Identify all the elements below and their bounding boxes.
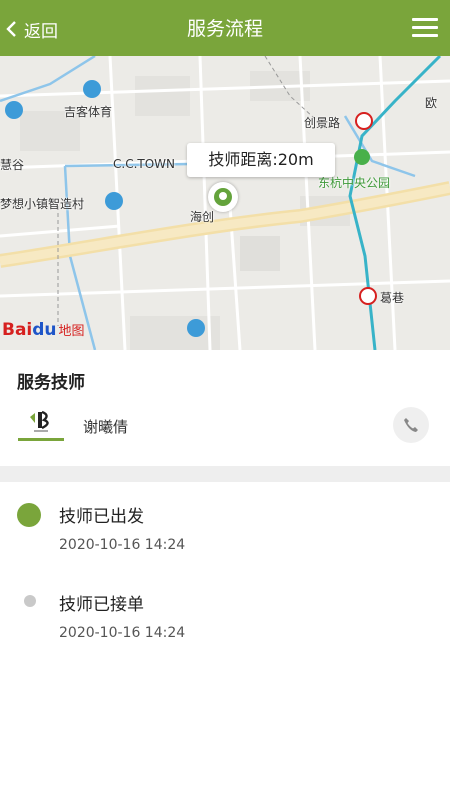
app-header: 返回 服务流程 (0, 0, 450, 56)
step-time: 2020-10-16 14:24 (59, 625, 186, 641)
page-title: 服务流程 (186, 18, 263, 40)
technician-avatar (18, 410, 64, 441)
menu-icon[interactable] (412, 16, 438, 40)
status-dot-inactive (24, 595, 36, 607)
step-label: 技师已接单 (59, 595, 144, 615)
baidu-paw-icon: du (32, 320, 57, 340)
poi-label: 葛巷 (380, 291, 405, 305)
call-button[interactable] (393, 407, 429, 443)
poi-label: 吉客体育 (64, 105, 113, 119)
poi-label: 梦想小镇智造村 (0, 197, 85, 211)
section-divider (0, 466, 450, 482)
technician-location-marker[interactable] (208, 182, 238, 212)
poi-label: 创景路 (304, 116, 341, 130)
step-time: 2020-10-16 14:24 (59, 537, 186, 553)
timeline-step: 技师已接单 2020-10-16 14:24 (0, 577, 450, 657)
section-title: 服务技师 (17, 373, 85, 393)
map-view[interactable]: 吉客体育 创景路 欧 慧谷 C.C.TOWN 梦想小镇智造村 海创 东杭中央公园… (0, 56, 450, 350)
timeline-step: 技师已出发 2020-10-16 14:24 (0, 482, 450, 562)
poi-label: C.C.TOWN (113, 157, 176, 171)
distance-tooltip: 技师距离:20m (187, 143, 335, 177)
poi-label: 海创 (190, 210, 215, 224)
phone-icon (404, 418, 418, 432)
technician-name: 谢曦倩 (83, 418, 129, 436)
baidu-map-logo: Baidu 地图 (2, 320, 85, 340)
poi-label: 慧谷 (0, 158, 25, 172)
poi-label: 欧 (425, 96, 438, 110)
step-label: 技师已出发 (59, 507, 144, 527)
status-dot-active (17, 503, 41, 527)
technician-section: 服务技师 谢曦倩 (0, 350, 450, 466)
